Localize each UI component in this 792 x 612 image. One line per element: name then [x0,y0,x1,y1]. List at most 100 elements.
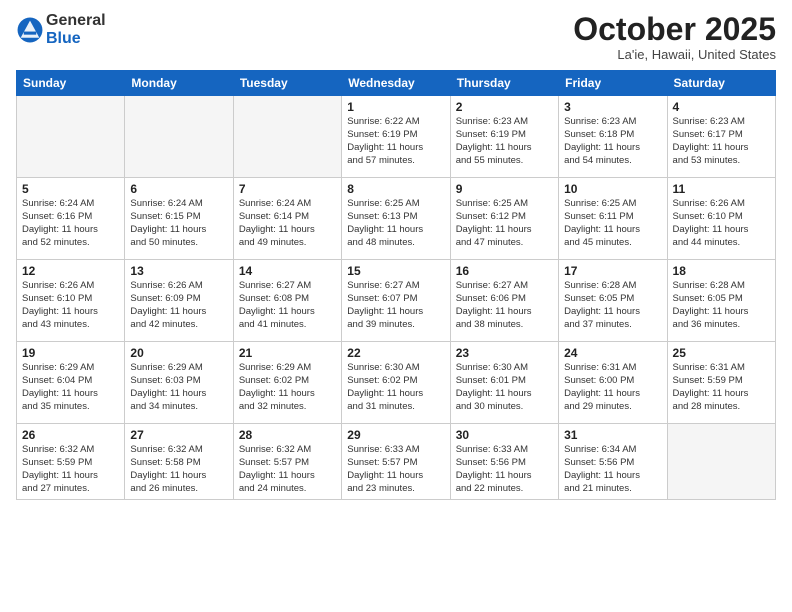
calendar-cell: 8Sunrise: 6:25 AM Sunset: 6:13 PM Daylig… [342,178,450,260]
logo-text: General Blue [46,12,106,47]
calendar-cell: 26 Sunrise: 6:32 AM Sunset: 5:59 PM Dayli… [17,424,125,500]
calendar-cell: 23Sunrise: 6:30 AM Sunset: 6:01 PM Dayli… [450,342,558,424]
day-number: 26 [22,428,119,442]
calendar-cell: 9 Sunrise: 6:25 AM Sunset: 6:12 PM Daylig… [450,178,558,260]
calendar-cell: 3 Sunrise: 6:23 AM Sunset: 6:18 PM Daylig… [559,96,667,178]
day-info: Sunrise: 6:28 AM Sunset: 6:05 PM Dayligh… [564,280,661,331]
day-info: Sunrise: 6:24 AM Sunset: 6:16 PM Dayligh… [22,198,119,249]
calendar-cell: 7 Sunrise: 6:24 AM Sunset: 6:14 PM Daylig… [233,178,341,260]
day-info: Sunrise: 6:31 AM Sunset: 5:59 PM Dayligh… [673,362,770,413]
day-number: 22 [347,346,444,360]
calendar-week-row: 19 Sunrise: 6:29 AM Sunset: 6:04 PM Dayli… [17,342,776,424]
calendar-cell: 25 Sunrise: 6:31 AM Sunset: 5:59 PM Dayli… [667,342,775,424]
calendar-cell: 16 Sunrise: 6:27 AM Sunset: 6:06 PM Dayli… [450,260,558,342]
day-number: 18 [673,264,770,278]
day-number: 20 [130,346,227,360]
calendar-cell: 31Sunrise: 6:34 AM Sunset: 5:56 PM Dayli… [559,424,667,500]
logo-icon [16,16,44,44]
calendar-cell [233,96,341,178]
day-number: 30 [456,428,553,442]
day-info: Sunrise: 6:29 AM Sunset: 6:04 PM Dayligh… [22,362,119,413]
calendar-cell: 4 Sunrise: 6:23 AM Sunset: 6:17 PM Daylig… [667,96,775,178]
calendar-cell: 19 Sunrise: 6:29 AM Sunset: 6:04 PM Dayli… [17,342,125,424]
day-info: Sunrise: 6:23 AM Sunset: 6:17 PM Dayligh… [673,116,770,167]
day-info: Sunrise: 6:27 AM Sunset: 6:06 PM Dayligh… [456,280,553,331]
calendar-cell: 1 Sunrise: 6:22 AM Sunset: 6:19 PM Daylig… [342,96,450,178]
calendar-cell [667,424,775,500]
calendar-week-row: 1 Sunrise: 6:22 AM Sunset: 6:19 PM Daylig… [17,96,776,178]
day-info: Sunrise: 6:23 AM Sunset: 6:18 PM Dayligh… [564,116,661,167]
calendar-cell: 28Sunrise: 6:32 AM Sunset: 5:57 PM Dayli… [233,424,341,500]
day-info: Sunrise: 6:33 AM Sunset: 5:56 PM Dayligh… [456,444,553,495]
day-number: 31 [564,428,661,442]
calendar-cell: 30 Sunrise: 6:33 AM Sunset: 5:56 PM Dayli… [450,424,558,500]
location: La'ie, Hawaii, United States [573,47,776,62]
day-number: 3 [564,100,661,114]
day-number: 1 [347,100,444,114]
day-number: 14 [239,264,336,278]
day-number: 5 [22,182,119,196]
logo: General Blue [16,12,106,47]
calendar-cell: 6 Sunrise: 6:24 AM Sunset: 6:15 PM Daylig… [125,178,233,260]
weekday-header: Sunday [17,71,125,96]
day-number: 17 [564,264,661,278]
weekday-header-row: SundayMondayTuesdayWednesdayThursdayFrid… [17,71,776,96]
day-info: Sunrise: 6:31 AM Sunset: 6:00 PM Dayligh… [564,362,661,413]
day-number: 19 [22,346,119,360]
day-number: 6 [130,182,227,196]
day-info: Sunrise: 6:27 AM Sunset: 6:07 PM Dayligh… [347,280,444,331]
calendar-week-row: 5 Sunrise: 6:24 AM Sunset: 6:16 PM Daylig… [17,178,776,260]
day-number: 4 [673,100,770,114]
day-number: 7 [239,182,336,196]
day-number: 21 [239,346,336,360]
calendar-cell: 21Sunrise: 6:29 AM Sunset: 6:02 PM Dayli… [233,342,341,424]
day-info: Sunrise: 6:32 AM Sunset: 5:58 PM Dayligh… [130,444,227,495]
day-info: Sunrise: 6:33 AM Sunset: 5:57 PM Dayligh… [347,444,444,495]
calendar-cell [17,96,125,178]
calendar-cell: 5 Sunrise: 6:24 AM Sunset: 6:16 PM Daylig… [17,178,125,260]
day-number: 9 [456,182,553,196]
calendar-cell [125,96,233,178]
calendar-cell: 10 Sunrise: 6:25 AM Sunset: 6:11 PM Dayli… [559,178,667,260]
day-number: 11 [673,182,770,196]
month-title: October 2025 [573,12,776,47]
day-info: Sunrise: 6:32 AM Sunset: 5:59 PM Dayligh… [22,444,119,495]
day-number: 24 [564,346,661,360]
day-info: Sunrise: 6:27 AM Sunset: 6:08 PM Dayligh… [239,280,336,331]
day-info: Sunrise: 6:30 AM Sunset: 6:01 PM Dayligh… [456,362,553,413]
weekday-header: Saturday [667,71,775,96]
day-info: Sunrise: 6:24 AM Sunset: 6:15 PM Dayligh… [130,198,227,249]
day-number: 12 [22,264,119,278]
calendar: SundayMondayTuesdayWednesdayThursdayFrid… [16,70,776,500]
day-number: 8 [347,182,444,196]
calendar-cell: 20 Sunrise: 6:29 AM Sunset: 6:03 PM Dayli… [125,342,233,424]
day-info: Sunrise: 6:29 AM Sunset: 6:03 PM Dayligh… [130,362,227,413]
day-info: Sunrise: 6:22 AM Sunset: 6:19 PM Dayligh… [347,116,444,167]
weekday-header: Thursday [450,71,558,96]
calendar-cell: 13Sunrise: 6:26 AM Sunset: 6:09 PM Dayli… [125,260,233,342]
day-number: 2 [456,100,553,114]
calendar-cell: 12Sunrise: 6:26 AM Sunset: 6:10 PM Dayli… [17,260,125,342]
weekday-header: Wednesday [342,71,450,96]
calendar-cell: 27Sunrise: 6:32 AM Sunset: 5:58 PM Dayli… [125,424,233,500]
calendar-week-row: 26 Sunrise: 6:32 AM Sunset: 5:59 PM Dayli… [17,424,776,500]
day-info: Sunrise: 6:25 AM Sunset: 6:11 PM Dayligh… [564,198,661,249]
calendar-week-row: 12Sunrise: 6:26 AM Sunset: 6:10 PM Dayli… [17,260,776,342]
calendar-cell: 29Sunrise: 6:33 AM Sunset: 5:57 PM Dayli… [342,424,450,500]
day-info: Sunrise: 6:26 AM Sunset: 6:09 PM Dayligh… [130,280,227,331]
day-info: Sunrise: 6:32 AM Sunset: 5:57 PM Dayligh… [239,444,336,495]
weekday-header: Friday [559,71,667,96]
title-block: October 2025 La'ie, Hawaii, United State… [573,12,776,62]
calendar-cell: 14 Sunrise: 6:27 AM Sunset: 6:08 PM Dayli… [233,260,341,342]
calendar-cell: 17 Sunrise: 6:28 AM Sunset: 6:05 PM Dayli… [559,260,667,342]
day-number: 16 [456,264,553,278]
calendar-cell: 22Sunrise: 6:30 AM Sunset: 6:02 PM Dayli… [342,342,450,424]
day-info: Sunrise: 6:24 AM Sunset: 6:14 PM Dayligh… [239,198,336,249]
day-info: Sunrise: 6:28 AM Sunset: 6:05 PM Dayligh… [673,280,770,331]
day-number: 25 [673,346,770,360]
calendar-cell: 18 Sunrise: 6:28 AM Sunset: 6:05 PM Dayli… [667,260,775,342]
day-info: Sunrise: 6:25 AM Sunset: 6:12 PM Dayligh… [456,198,553,249]
calendar-cell: 15Sunrise: 6:27 AM Sunset: 6:07 PM Dayli… [342,260,450,342]
calendar-cell: 2Sunrise: 6:23 AM Sunset: 6:19 PM Daylig… [450,96,558,178]
day-number: 10 [564,182,661,196]
